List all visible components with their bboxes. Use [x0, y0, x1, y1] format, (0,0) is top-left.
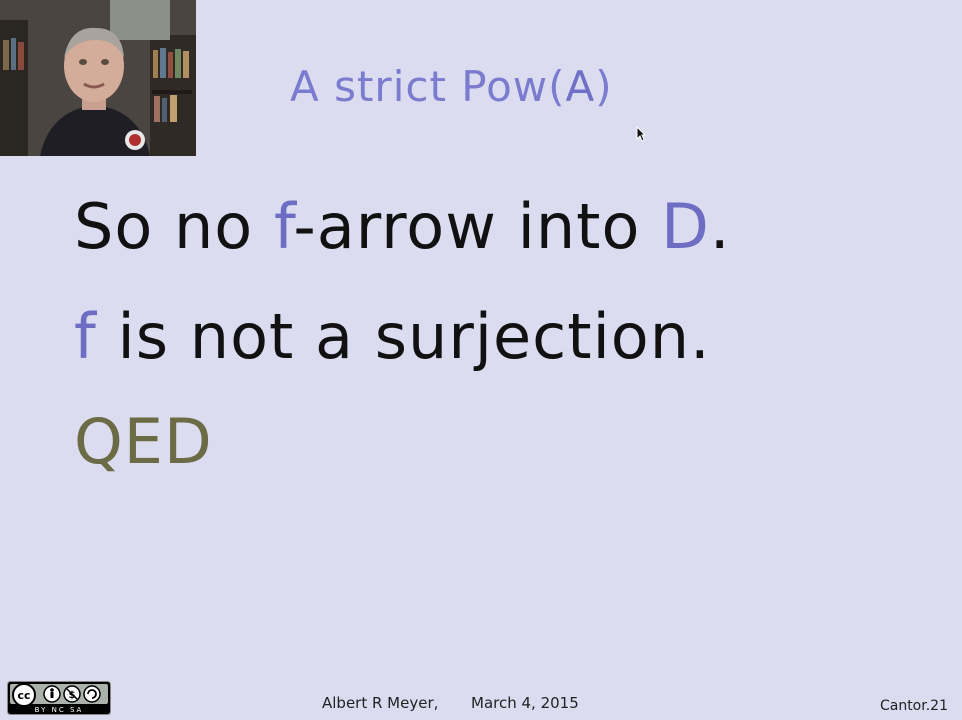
footer-date: March 4, 2015	[471, 694, 579, 712]
mouse-cursor-icon	[636, 125, 647, 146]
line1-d: D	[661, 190, 710, 263]
footer-author: Albert R Meyer,	[322, 694, 439, 712]
slide-title-suffix: )	[595, 62, 613, 111]
line1-part1: So no	[74, 190, 274, 263]
slide-title-letter: A	[565, 62, 596, 111]
qed-label: QED	[74, 405, 213, 478]
line1-f: f	[273, 190, 294, 263]
license-badge-text: BY NC SA	[35, 706, 84, 714]
line2-rest: is not a surjection.	[96, 300, 711, 373]
statement-line-1: So no f-arrow into D.	[74, 190, 731, 263]
presenter-video-image	[0, 0, 196, 156]
presenter-video	[0, 0, 196, 156]
line2-f: f	[74, 300, 97, 373]
svg-text:cc: cc	[17, 689, 30, 702]
footer-slide-id: Cantor.21	[879, 698, 948, 714]
creative-commons-license-icon: cc $ BY NC SA	[7, 681, 111, 715]
slide-title-prefix: A strict Pow(	[290, 62, 566, 111]
statement-line-2: f is not a surjection.	[74, 300, 711, 373]
line1-part2: -arrow into	[293, 190, 662, 263]
slide-title: A strict Pow(A)	[290, 62, 690, 111]
line1-part3: .	[709, 190, 731, 263]
